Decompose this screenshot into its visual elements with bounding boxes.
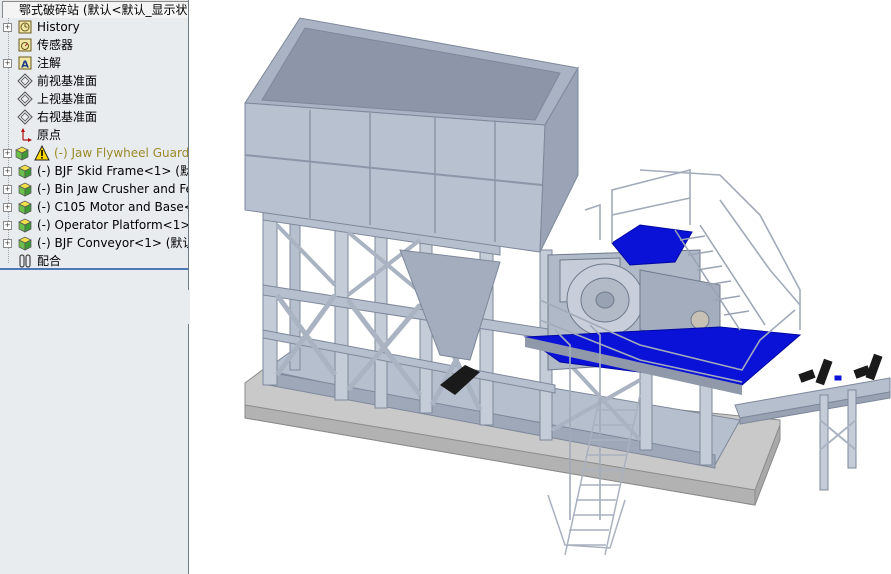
tree-item-c105-motor[interactable]: + (-) C105 Motor and Base< [0, 198, 188, 216]
annotation-icon: A [18, 56, 32, 71]
part-icon [18, 200, 32, 215]
feature-manager-tree: 鄂式破碎站 (默认<默认_显示状态-1>) + History 传感器 + A … [0, 0, 189, 574]
part-icon [18, 182, 32, 197]
tree-item-annotations[interactable]: + A 注解 [0, 54, 188, 72]
tree-item-history[interactable]: + History [0, 18, 188, 36]
crushing-station-model [244, 17, 891, 556]
tree-item-sensors[interactable]: 传感器 [0, 36, 188, 54]
tree-item-label: (-) BJF Conveyor<1> (默认 [37, 236, 188, 250]
mates-icon [19, 254, 31, 268]
plane-icon [17, 109, 33, 125]
tree-item-top-plane[interactable]: 上视基准面 [0, 90, 188, 108]
tree-item-bjf-skid-frame[interactable]: + (-) BJF Skid Frame<1> (默认 [0, 162, 188, 180]
tree-item-operator-platform[interactable]: + (-) Operator Platform<1> [0, 216, 188, 234]
tree-item-label: (-) BJF Skid Frame<1> (默认 [37, 164, 188, 178]
sensor-icon [18, 38, 32, 52]
expand-icon[interactable]: + [3, 23, 12, 32]
assembly-name-tooltip: 鄂式破碎站 (默认<默认_显示状态-1>) [2, 1, 188, 18]
tree-item-jaw-flywheel-guard[interactable]: + (-) Jaw Flywheel Guard<1> [0, 144, 188, 162]
tree-item-label: 配合 [37, 254, 62, 268]
expand-icon[interactable]: + [3, 149, 12, 158]
tree-item-label: History [37, 20, 80, 34]
expand-icon[interactable]: + [3, 59, 12, 68]
tree-item-front-plane[interactable]: 前视基准面 [0, 72, 188, 90]
expand-icon[interactable]: + [3, 221, 12, 230]
tree-item-label: 前视基准面 [37, 74, 98, 88]
plane-icon [17, 73, 33, 89]
plane-icon [17, 91, 33, 107]
tree-item-label: (-) Bin Jaw Crusher and Feeder [37, 182, 188, 196]
tree-item-label: 原点 [37, 128, 62, 142]
tree-item-label: (-) Jaw Flywheel Guard<1> [54, 146, 188, 160]
tree-item-label: (-) Operator Platform<1> [37, 218, 188, 232]
expand-icon[interactable]: + [3, 167, 12, 176]
tree-separator [0, 268, 188, 270]
origin-icon [21, 128, 32, 142]
history-icon [18, 20, 32, 34]
tree-item-label: 右视基准面 [37, 110, 98, 124]
tree-root-assembly[interactable]: 鄂式破碎站 (默认<默认_显示状态-1>) [0, 0, 188, 18]
conveyor-idlers [798, 353, 883, 386]
part-icon [18, 218, 32, 233]
tree-item-label: 传感器 [37, 38, 74, 52]
tree-item-label: (-) C105 Motor and Base< [37, 200, 188, 214]
graphics-viewport[interactable] [190, 0, 891, 574]
assembly-name-label: 鄂式破碎站 (默认<默认_显示状态-1>) [19, 3, 188, 17]
tree-item-right-plane[interactable]: 右视基准面 [0, 108, 188, 126]
svg-text:A: A [21, 60, 29, 71]
tree-item-origin[interactable]: 原点 [0, 126, 188, 144]
tree-item-bin-jaw-crusher[interactable]: + (-) Bin Jaw Crusher and Feeder [0, 180, 188, 198]
tree-item-bjf-conveyor[interactable]: + (-) BJF Conveyor<1> (默认 [0, 234, 188, 252]
expand-icon[interactable]: + [3, 203, 12, 212]
part-icon [18, 236, 32, 251]
tree-item-label: 注解 [37, 56, 62, 70]
warning-icon [34, 145, 50, 161]
expand-icon[interactable]: + [3, 185, 12, 194]
part-icon [15, 146, 29, 161]
expand-icon[interactable]: + [3, 239, 12, 248]
tree-item-label: 上视基准面 [37, 92, 98, 106]
part-icon [18, 164, 32, 179]
